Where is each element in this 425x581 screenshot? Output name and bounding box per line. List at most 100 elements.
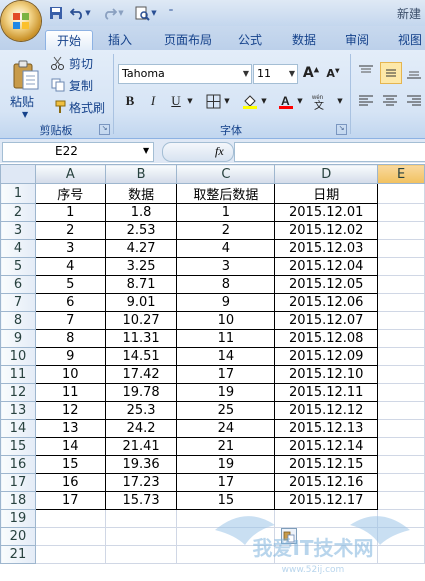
table-cell[interactable]: 10.27	[104, 311, 178, 330]
office-button[interactable]	[1, 1, 41, 41]
table-cell[interactable]: 10	[34, 365, 106, 384]
empty-cell[interactable]	[377, 383, 425, 402]
table-header-cell[interactable]: 日期	[274, 183, 379, 204]
row-header[interactable]: 16	[0, 455, 36, 474]
table-cell[interactable]: 24.2	[104, 419, 178, 438]
font-size-select[interactable]: 11 ▼	[253, 64, 298, 84]
table-cell[interactable]: 2	[176, 221, 276, 240]
table-cell[interactable]: 2015.12.04	[274, 257, 379, 276]
insert-function-icon[interactable]: fx	[215, 144, 224, 159]
shrink-font-icon[interactable]: A▼	[323, 63, 343, 83]
font-name-select[interactable]: Tahoma ▼	[118, 64, 252, 84]
cut-button[interactable]: 剪切	[50, 55, 93, 73]
empty-cell[interactable]	[377, 329, 425, 348]
format-painter-button[interactable]: 格式刷	[50, 99, 105, 117]
tab-data[interactable]: 数据	[284, 30, 324, 50]
table-cell[interactable]: 15.73	[104, 491, 178, 510]
table-cell[interactable]: 4.27	[104, 239, 178, 258]
row-header[interactable]: 19	[0, 509, 36, 528]
font-color-dropdown-icon[interactable]: ▼	[295, 91, 305, 111]
table-cell[interactable]: 17	[176, 365, 276, 384]
row-header[interactable]: 3	[0, 221, 36, 240]
align-top-icon[interactable]	[356, 62, 376, 82]
row-header[interactable]: 2	[0, 203, 36, 222]
table-cell[interactable]: 8	[176, 275, 276, 294]
table-cell[interactable]: 9	[34, 347, 106, 366]
italic-button[interactable]: I	[143, 91, 163, 111]
row-header[interactable]: 10	[0, 347, 36, 366]
fill-color-icon[interactable]	[240, 91, 260, 111]
align-center-icon[interactable]	[380, 91, 400, 111]
table-cell[interactable]: 14.51	[104, 347, 178, 366]
table-cell[interactable]: 24	[176, 419, 276, 438]
column-header[interactable]: D	[274, 164, 379, 184]
table-cell[interactable]: 16	[34, 473, 106, 492]
row-header[interactable]: 5	[0, 257, 36, 276]
save-icon[interactable]	[47, 4, 65, 22]
table-cell[interactable]: 2015.12.16	[274, 473, 379, 492]
table-cell[interactable]: 17	[176, 473, 276, 492]
redo-dropdown-icon[interactable]: ▼	[117, 4, 125, 22]
phonetic-icon[interactable]: wén 文	[310, 91, 334, 111]
empty-cell[interactable]	[34, 545, 106, 564]
table-cell[interactable]: 10	[176, 311, 276, 330]
table-cell[interactable]: 12	[34, 401, 106, 420]
table-cell[interactable]: 2.53	[104, 221, 178, 240]
borders-icon[interactable]	[203, 91, 223, 111]
table-cell[interactable]: 19	[176, 455, 276, 474]
table-cell[interactable]: 2015.12.07	[274, 311, 379, 330]
tab-view[interactable]: 视图	[390, 30, 425, 50]
empty-cell[interactable]	[377, 455, 425, 474]
row-header[interactable]: 1	[0, 183, 36, 204]
table-cell[interactable]: 17.23	[104, 473, 178, 492]
table-cell[interactable]: 11.31	[104, 329, 178, 348]
phonetic-dropdown-icon[interactable]: ▼	[335, 91, 345, 111]
customize-toolbar-icon[interactable]: ⁼	[166, 4, 176, 22]
empty-cell[interactable]	[377, 401, 425, 420]
name-box[interactable]: E22 ▼	[2, 142, 154, 162]
table-cell[interactable]: 1.8	[104, 203, 178, 222]
empty-cell[interactable]	[377, 257, 425, 276]
row-header[interactable]: 4	[0, 239, 36, 258]
row-header[interactable]: 20	[0, 527, 36, 546]
table-cell[interactable]: 8	[34, 329, 106, 348]
table-cell[interactable]: 7	[34, 311, 106, 330]
empty-cell[interactable]	[34, 527, 106, 546]
empty-cell[interactable]	[377, 293, 425, 312]
table-cell[interactable]: 2015.12.06	[274, 293, 379, 312]
row-header[interactable]: 15	[0, 437, 36, 456]
grow-font-icon[interactable]: A▲	[301, 63, 321, 83]
table-cell[interactable]: 2015.12.10	[274, 365, 379, 384]
table-cell[interactable]: 4	[176, 239, 276, 258]
empty-cell[interactable]	[377, 437, 425, 456]
table-cell[interactable]: 2015.12.01	[274, 203, 379, 222]
table-cell[interactable]: 4	[34, 257, 106, 276]
table-header-cell[interactable]: 序号	[34, 183, 106, 204]
table-cell[interactable]: 1	[34, 203, 106, 222]
font-launcher-icon[interactable]: ↘	[336, 124, 347, 135]
table-header-cell[interactable]: 取整后数据	[176, 183, 276, 204]
empty-cell[interactable]	[377, 347, 425, 366]
table-cell[interactable]: 2015.12.08	[274, 329, 379, 348]
table-cell[interactable]: 19.36	[104, 455, 178, 474]
empty-cell[interactable]	[377, 203, 425, 222]
table-cell[interactable]: 21	[176, 437, 276, 456]
table-cell[interactable]: 2015.12.09	[274, 347, 379, 366]
underline-button[interactable]: U	[166, 91, 186, 111]
table-cell[interactable]: 2015.12.14	[274, 437, 379, 456]
table-cell[interactable]: 15	[34, 455, 106, 474]
empty-cell[interactable]	[377, 311, 425, 330]
table-cell[interactable]: 17.42	[104, 365, 178, 384]
table-cell[interactable]: 13	[34, 419, 106, 438]
row-header[interactable]: 6	[0, 275, 36, 294]
empty-cell[interactable]	[377, 239, 425, 258]
table-cell[interactable]: 5	[34, 275, 106, 294]
underline-dropdown-icon[interactable]: ▼	[185, 91, 195, 111]
empty-cell[interactable]	[104, 545, 178, 564]
align-right-icon[interactable]	[404, 91, 424, 111]
row-header[interactable]: 11	[0, 365, 36, 384]
table-cell[interactable]: 2015.12.02	[274, 221, 379, 240]
align-bottom-icon[interactable]	[404, 62, 424, 82]
table-header-cell[interactable]: 数据	[104, 183, 178, 204]
table-cell[interactable]: 17	[34, 491, 106, 510]
